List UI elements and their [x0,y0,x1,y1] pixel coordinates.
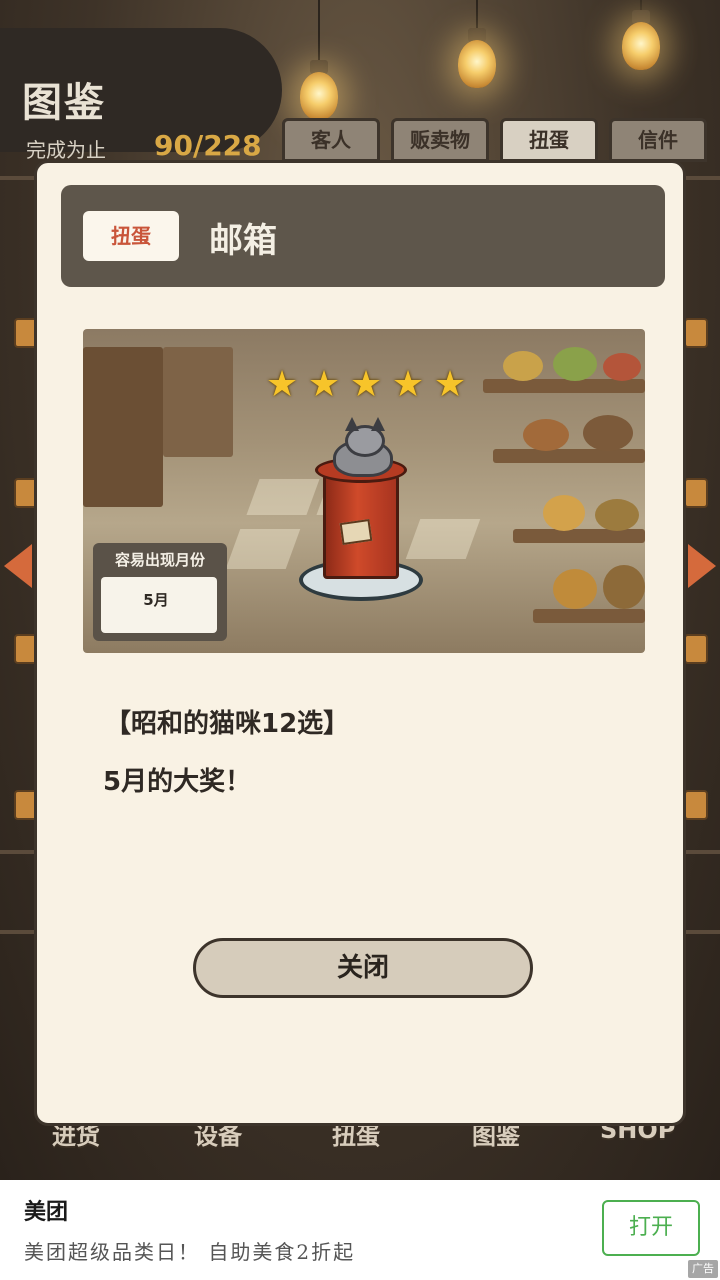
background-shelf [513,529,645,543]
collection-header: 图鉴 完成为止 90/228 [0,28,282,162]
light-bulb-icon [458,40,496,88]
light-patch [225,529,301,569]
months-value: 5月 [143,591,169,609]
tab-letters[interactable]: 信件 [609,118,707,162]
page-title: 图鉴 [22,80,106,126]
background-produce [503,351,543,381]
light-patch [246,479,320,515]
ad-brand: 美团 [24,1199,69,1225]
item-description-series: 【昭和的猫咪12选】 [105,709,350,739]
bulb-wire [318,0,320,62]
background-shelf [163,347,233,457]
star-icon: ★ [391,364,425,405]
dialog-header: 扭蛋 邮箱 [61,185,665,287]
previous-page-arrow-icon[interactable] [4,544,32,588]
background-produce [553,569,597,609]
star-icon: ★ [433,364,467,405]
light-patch [405,519,481,559]
item-image: ★ ★ ★ ★ ★ 容易出现月份 5月 [83,329,645,653]
progress-label: 完成为止 [26,138,106,162]
category-tag: 扭蛋 [83,211,179,261]
background-shelf [533,609,645,623]
background-produce [595,499,639,531]
side-item-icon [684,634,708,664]
star-icon: ★ [349,364,383,405]
rarity-stars: ★ ★ ★ ★ ★ [261,367,471,407]
close-button[interactable]: 关闭 [193,938,533,998]
background-produce [553,347,597,381]
star-icon: ★ [265,364,299,405]
background-shelf [83,347,163,507]
next-page-arrow-icon[interactable] [688,544,716,588]
tab-merchandise[interactable]: 贩卖物 [391,118,489,162]
progress-count: 90/228 [154,129,262,162]
bulb-wire [476,0,478,30]
months-label: 容易出现月份 [114,551,205,569]
tab-gacha[interactable]: 扭蛋 [500,118,598,162]
letter-icon [339,519,373,545]
background-produce [603,353,641,381]
side-item-icon [684,790,708,820]
months-value-box: 5月 [101,577,217,633]
side-item-icon [684,478,708,508]
cat-ear [345,417,359,431]
background-produce [583,415,633,451]
item-detail-dialog: 扭蛋 邮箱 ★ ★ ★ ★ ★ 容易出现月份 5月 【昭和的猫咪12选】 5月的… [34,160,686,1126]
background-produce [543,495,585,531]
background-shelf [493,449,645,463]
item-title: 邮箱 [209,221,277,261]
item-description-prize: 5月的大奖！ [103,767,252,797]
side-item-icon [684,318,708,348]
ad-banner[interactable]: 美团 美团超级品类日！ 自助美食2折起 打开 广告 [0,1180,720,1280]
background-produce [523,419,569,451]
light-bulb-icon [622,22,660,70]
tab-guests[interactable]: 客人 [282,118,380,162]
light-bulb-icon [300,72,338,120]
ad-text: 美团超级品类日！ 自助美食2折起 [24,1240,356,1264]
months-info-box: 容易出现月份 5月 [93,543,227,641]
background-produce [603,565,645,609]
cat-ear [371,417,385,431]
star-icon: ★ [307,364,341,405]
ad-badge: 广告 [688,1260,718,1278]
background-shelf [483,379,645,393]
ad-open-button[interactable]: 打开 [602,1200,700,1256]
